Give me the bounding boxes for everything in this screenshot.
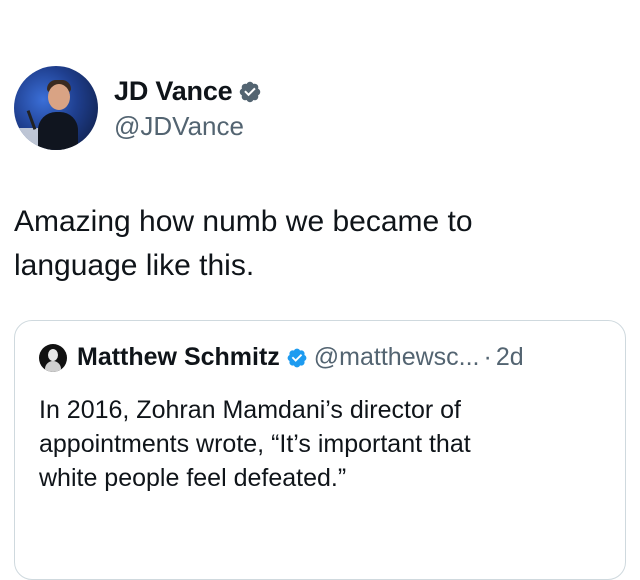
quoted-author-display-name[interactable]: Matthew Schmitz	[77, 343, 280, 372]
quoted-tweet-card[interactable]: Matthew Schmitz @matthewsc... · 2d In 20…	[14, 320, 626, 580]
verified-badge-icon	[240, 81, 261, 102]
author-display-name[interactable]: JD Vance	[114, 76, 233, 107]
verified-badge-icon	[287, 348, 307, 367]
quoted-text-line: appointments wrote, “It’s important that	[39, 430, 471, 458]
quoted-author-handle[interactable]: @matthewsc...	[314, 343, 480, 372]
quoted-author-avatar[interactable]	[39, 343, 67, 372]
tweet-text: Amazing how numb we became to language l…	[14, 200, 614, 288]
separator-dot: ·	[483, 343, 492, 371]
author-names: JD Vance @JDVance	[114, 76, 262, 142]
quoted-text-line: In 2016, Zohran Mamdani’s director of	[39, 396, 461, 424]
quoted-timestamp[interactable]: 2d	[496, 343, 524, 372]
quoted-tweet-text: In 2016, Zohran Mamdani’s director of ap…	[39, 393, 599, 495]
tweet-text-line: Amazing how numb we became to	[14, 205, 473, 238]
quoted-tweet-header: Matthew Schmitz @matthewsc... · 2d	[39, 343, 524, 372]
tweet-text-line: language like this.	[14, 249, 255, 282]
author-avatar[interactable]	[14, 66, 98, 150]
tweet-header: JD Vance @JDVance	[14, 66, 262, 150]
quoted-text-line: white people feel defeated.”	[39, 464, 347, 492]
author-handle[interactable]: @JDVance	[114, 111, 262, 142]
